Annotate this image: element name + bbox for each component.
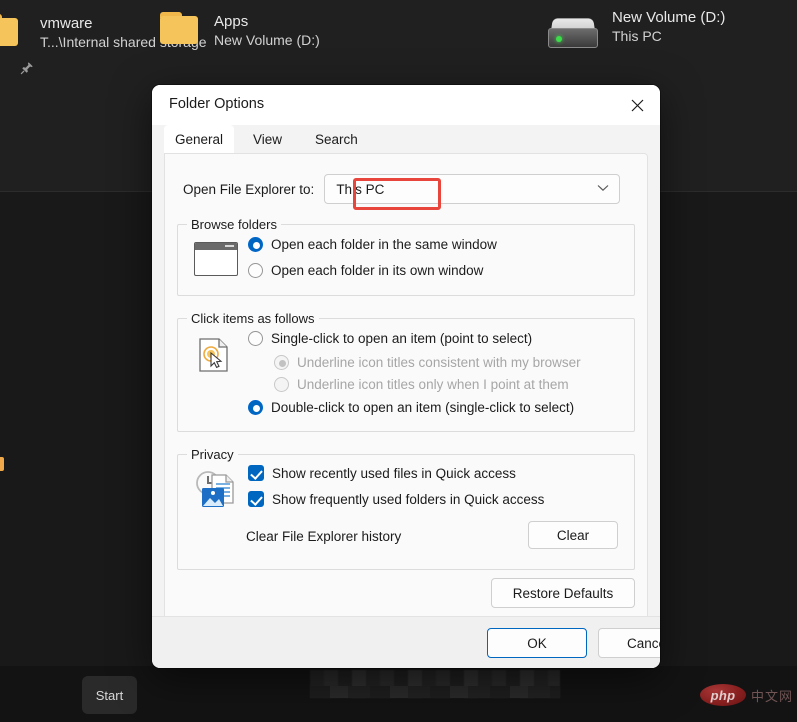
browse-folders-legend: Browse folders (187, 217, 281, 232)
radio-indicator (274, 355, 289, 370)
quick-item-subtitle: New Volume (D:) (214, 31, 320, 50)
dialog-footer: OK Cancel Apply (152, 616, 660, 668)
php-logo: php (700, 684, 746, 706)
watermark: php 中文网 (700, 684, 793, 706)
start-button-label: Start (96, 688, 123, 703)
radio-single-click[interactable]: Single-click to open an item (point to s… (248, 331, 532, 346)
radio-label: Underline icon titles consistent with my… (297, 355, 581, 370)
restore-defaults-button[interactable]: Restore Defaults (491, 578, 635, 608)
quick-item-title: Apps (214, 12, 320, 31)
radio-label: Single-click to open an item (point to s… (271, 331, 532, 346)
radio-underline-consistent: Underline icon titles consistent with my… (274, 355, 581, 370)
clear-history-label: Clear File Explorer history (246, 529, 401, 544)
radio-indicator (274, 377, 289, 392)
cancel-button[interactable]: Cancel (598, 628, 660, 658)
radio-label: Open each folder in the same window (271, 237, 497, 252)
click-items-legend: Click items as follows (187, 311, 319, 326)
chevron-down-icon (597, 184, 609, 192)
open-explorer-value: This PC (325, 182, 384, 197)
dialog-titlebar: Folder Options (152, 85, 660, 125)
privacy-group: Privacy Show recently used files in Quic… (177, 454, 635, 570)
recent-files-icon (194, 469, 238, 509)
folder-icon (0, 14, 18, 46)
radio-underline-hover: Underline icon titles only when I point … (274, 377, 569, 392)
close-button[interactable] (614, 85, 660, 125)
start-button[interactable]: Start (82, 676, 137, 714)
tab-label: Search (315, 132, 358, 147)
radio-indicator (248, 237, 263, 252)
click-items-group: Click items as follows Single-click to o… (177, 318, 635, 432)
open-explorer-row: Open File Explorer to: This PC (183, 174, 620, 204)
quick-access-item-new-volume[interactable]: New Volume (D:) This PC (548, 8, 725, 48)
taskbar-blurred-region-2 (310, 686, 560, 698)
radio-indicator (248, 263, 263, 278)
tab-view[interactable]: View (242, 125, 293, 153)
radio-own-window[interactable]: Open each folder in its own window (248, 263, 483, 278)
close-icon (631, 99, 644, 112)
watermark-site-text: 中文网 (751, 686, 793, 705)
dialog-title: Folder Options (169, 96, 264, 112)
window-icon (194, 242, 238, 276)
general-tab-panel: Open File Explorer to: This PC Browse fo… (164, 153, 648, 666)
quick-item-subtitle: This PC (612, 27, 725, 46)
browse-folders-group: Browse folders Open each folder in the s… (177, 224, 635, 296)
radio-label: Open each folder in its own window (271, 263, 483, 278)
radio-double-click[interactable]: Double-click to open an item (single-cli… (248, 400, 574, 415)
document-click-icon (198, 337, 230, 373)
dialog-tabs: General View Search (164, 125, 650, 153)
radio-label: Underline icon titles only when I point … (297, 377, 569, 392)
checkbox-label: Show recently used files in Quick access (272, 466, 516, 481)
clear-button[interactable]: Clear (528, 521, 618, 549)
checkbox-recent-files[interactable]: Show recently used files in Quick access (248, 465, 516, 481)
hard-drive-icon (548, 18, 598, 48)
radio-indicator (248, 331, 263, 346)
radio-indicator (248, 400, 263, 415)
radio-same-window[interactable]: Open each folder in the same window (248, 237, 497, 252)
checkbox-indicator (248, 491, 264, 507)
privacy-legend: Privacy (187, 447, 238, 462)
tab-label: View (253, 132, 282, 147)
quick-item-title: New Volume (D:) (612, 8, 725, 27)
open-explorer-select[interactable]: This PC (324, 174, 620, 204)
tab-search[interactable]: Search (304, 125, 369, 153)
offscreen-folder-icon (0, 457, 4, 471)
checkbox-label: Show frequently used folders in Quick ac… (272, 492, 544, 507)
checkbox-indicator (248, 465, 264, 481)
folder-icon (160, 12, 198, 44)
quick-access-item-apps[interactable]: Apps New Volume (D:) (160, 12, 320, 50)
folder-options-dialog: Folder Options General View Search Open … (152, 85, 660, 668)
ok-button[interactable]: OK (487, 628, 587, 658)
radio-label: Double-click to open an item (single-cli… (271, 400, 574, 415)
checkbox-frequent-folders[interactable]: Show frequently used folders in Quick ac… (248, 491, 544, 507)
tab-general[interactable]: General (164, 125, 234, 153)
open-explorer-label: Open File Explorer to: (183, 182, 314, 197)
tab-label: General (175, 132, 223, 147)
pin-icon (20, 60, 34, 76)
